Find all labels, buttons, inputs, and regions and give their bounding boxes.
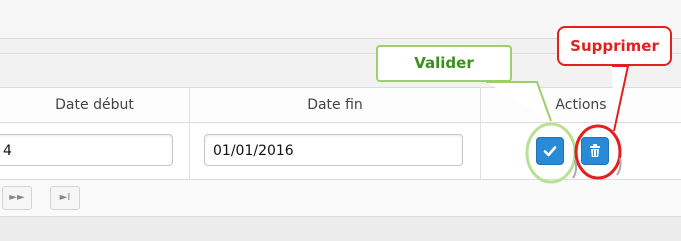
valider-callout: Valider — [376, 45, 512, 82]
supprimer-callout: Supprimer — [557, 26, 672, 66]
supprimer-callout-pointer — [612, 65, 630, 132]
valider-callout-pointer — [486, 81, 552, 122]
supprimer-highlight-circle — [574, 124, 622, 180]
valider-highlight-circle — [525, 122, 577, 184]
